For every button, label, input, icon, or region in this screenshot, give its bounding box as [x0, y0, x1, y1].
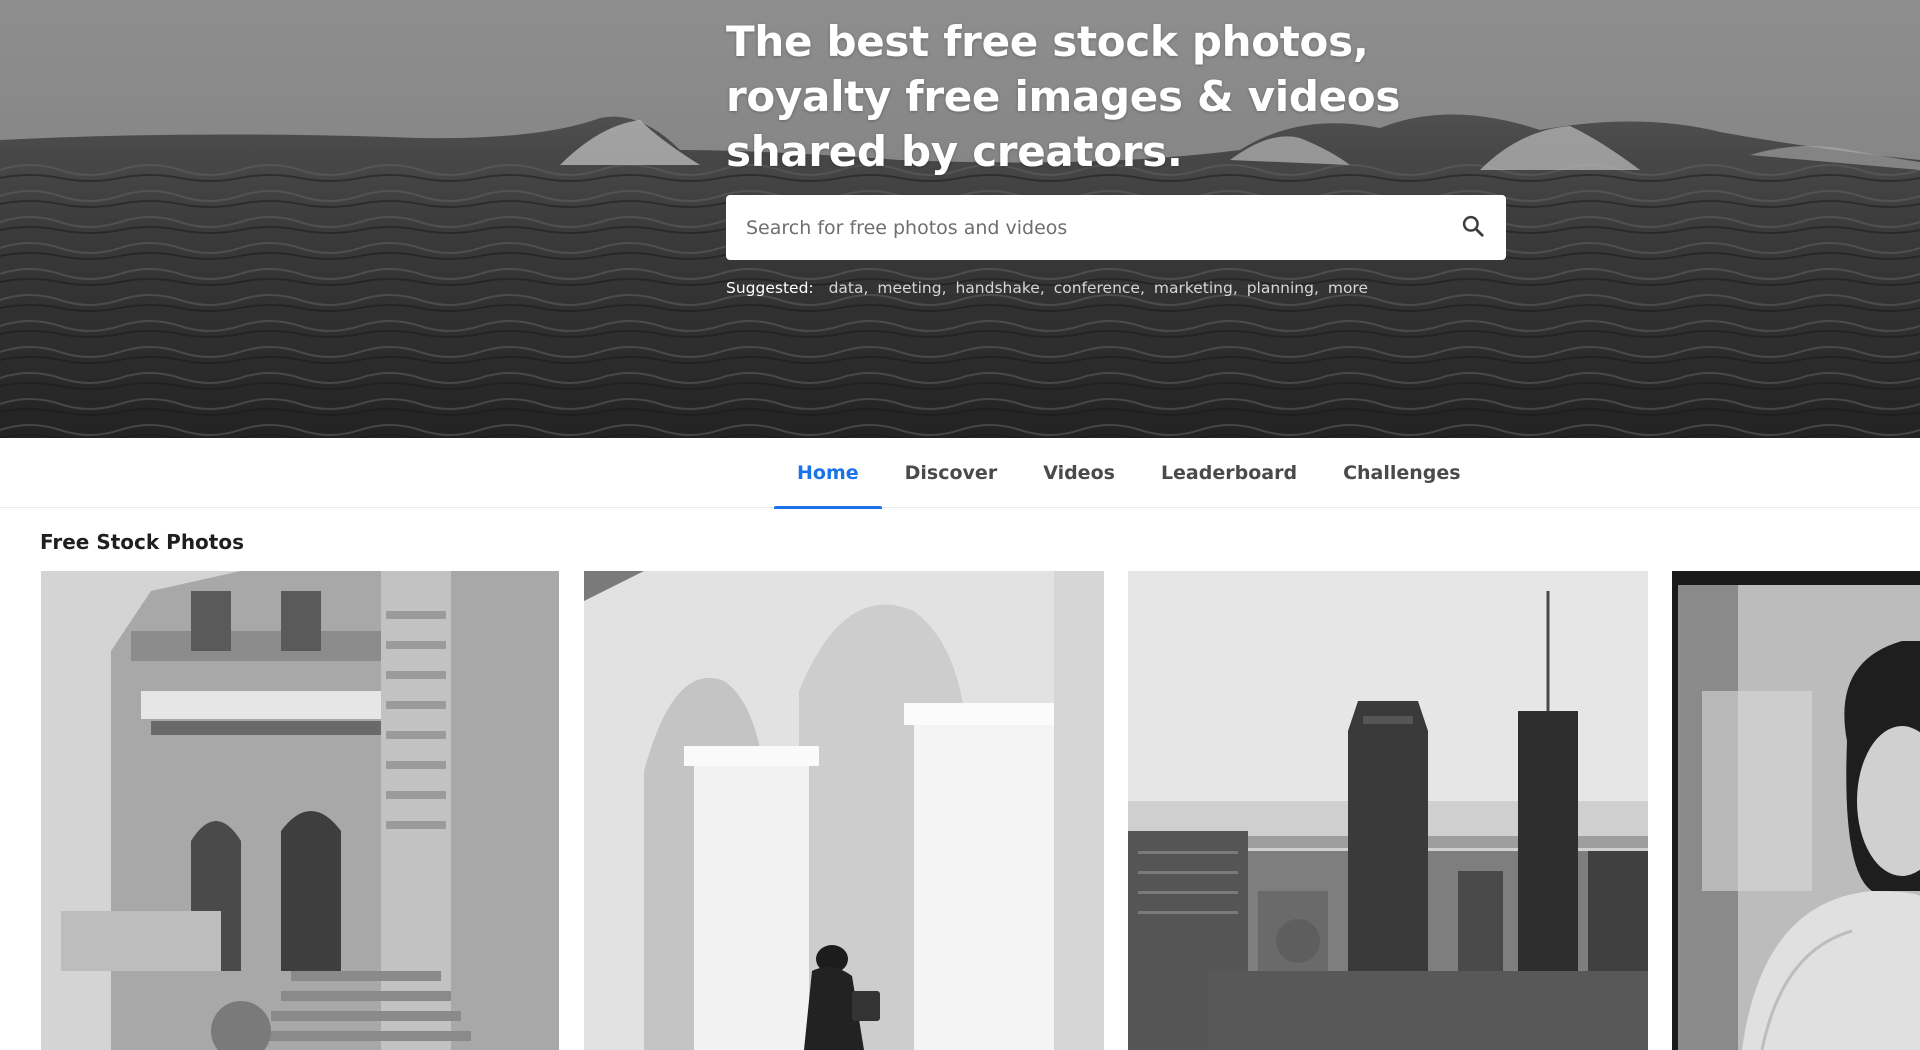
photo-arches-image — [584, 571, 1104, 1050]
photo-skyline-image — [1128, 571, 1648, 1050]
suggested-term-marketing[interactable]: marketing — [1154, 279, 1233, 297]
tab-discover[interactable]: Discover — [882, 438, 1021, 508]
main-nav: Home Discover Videos Leaderboard Challen… — [0, 438, 1920, 509]
suggested-term-data[interactable]: data — [829, 279, 864, 297]
suggested-searches: Suggested: data, meeting, handshake, con… — [726, 279, 1368, 297]
suggested-term-handshake[interactable]: handshake — [955, 279, 1039, 297]
section-title: Free Stock Photos — [40, 530, 245, 554]
tab-home[interactable]: Home — [774, 438, 882, 509]
search-icon — [1460, 213, 1486, 242]
photo-card-portrait[interactable] — [1672, 571, 1920, 1050]
hero-banner: The best free stock photos, royalty free… — [0, 0, 1920, 438]
photo-building-image — [41, 571, 559, 1050]
suggested-label: Suggested: — [726, 279, 814, 297]
hero-title: The best free stock photos, royalty free… — [726, 17, 1401, 176]
search-button[interactable] — [1440, 195, 1506, 260]
tab-leaderboard[interactable]: Leaderboard — [1138, 438, 1320, 508]
suggested-term-conference[interactable]: conference — [1054, 279, 1140, 297]
photo-card-arches[interactable] — [584, 571, 1104, 1050]
search-input[interactable] — [726, 195, 1440, 260]
tab-challenges[interactable]: Challenges — [1320, 438, 1484, 508]
tab-videos[interactable]: Videos — [1020, 438, 1138, 508]
suggested-term-meeting[interactable]: meeting — [877, 279, 941, 297]
photo-card-skyline[interactable] — [1128, 571, 1648, 1050]
photo-portrait-image — [1672, 571, 1920, 1050]
nav-tabs: Home Discover Videos Leaderboard Challen… — [774, 438, 1484, 509]
search-bar — [726, 195, 1506, 260]
hero-content: The best free stock photos, royalty free… — [726, 14, 1506, 297]
photo-card-building[interactable] — [41, 571, 559, 1050]
suggested-term-planning[interactable]: planning — [1247, 279, 1314, 297]
suggested-term-more[interactable]: more — [1328, 279, 1368, 297]
